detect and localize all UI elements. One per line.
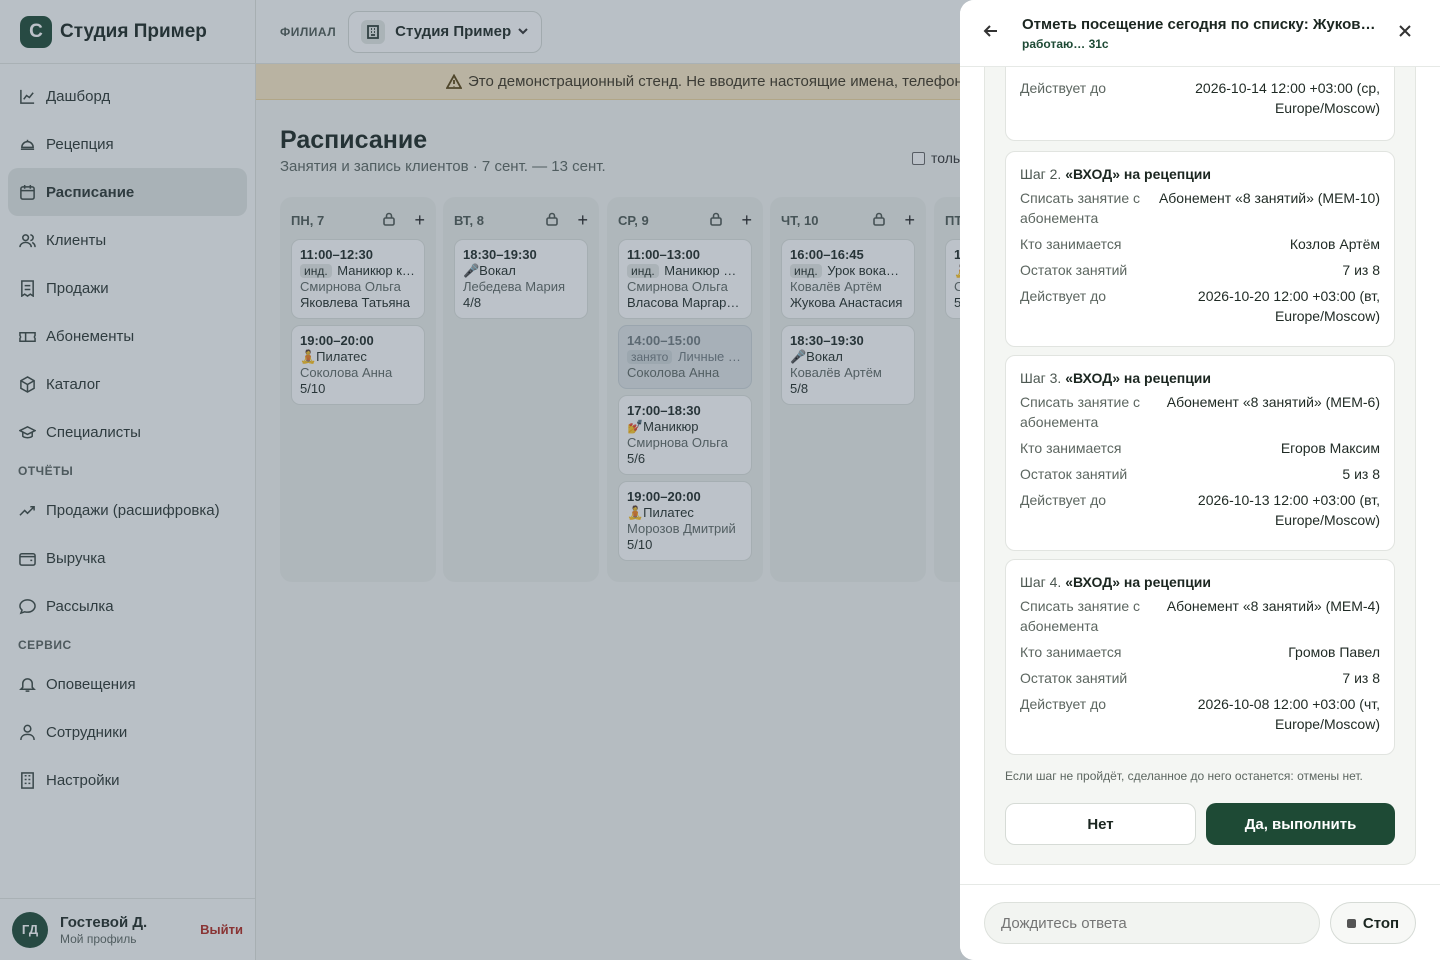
row-value: Козлов Артём bbox=[1289, 236, 1380, 252]
drawer-header: Отметь посещение сегодня по списку: Жуко… bbox=[960, 0, 1440, 67]
row-value: Громов Павел bbox=[1288, 644, 1380, 660]
row-value: 2026-10-13 12:00 +03:00 (вт, Europe/Mosc… bbox=[1197, 492, 1380, 528]
row-value: 7 из 8 bbox=[1342, 670, 1380, 686]
step-row: Кто занимается Егоров Максим bbox=[1020, 438, 1380, 458]
step-name: «ВХОД» на рецепции bbox=[1065, 370, 1212, 386]
row-value: Абонемент «8 занятий» (MEM-10) bbox=[1158, 190, 1380, 206]
step-number: Шаг 2. bbox=[1020, 166, 1062, 182]
row-key: Списать занятие с абонемента bbox=[1020, 598, 1141, 634]
step-row: Кто занимается Громов Павел bbox=[1020, 642, 1380, 662]
row-key: Остаток занятий bbox=[1020, 262, 1128, 278]
stop-label: Стоп bbox=[1362, 914, 1400, 932]
step-name: «ВХОД» на рецепции bbox=[1065, 166, 1212, 182]
cancel-button[interactable]: Нет bbox=[1005, 803, 1196, 845]
row-value: 5 из 8 bbox=[1342, 466, 1380, 482]
step-row: Остаток занятий 7 из 8 bbox=[1020, 260, 1380, 280]
row-key: Действует до bbox=[1020, 696, 1107, 712]
step-row: Списать занятие с абонемента Абонемент «8… bbox=[1020, 392, 1380, 432]
step-number: Шаг 4. bbox=[1020, 574, 1062, 590]
step-card: Шаг 3. «ВХОД» на рецепции Списать заняти… bbox=[1005, 355, 1395, 551]
close-icon[interactable] bbox=[1396, 22, 1418, 44]
row-key: Остаток занятий bbox=[1020, 670, 1128, 686]
step-title: Шаг 2. «ВХОД» на рецепции bbox=[1020, 166, 1380, 182]
step-row: Кто занимается Козлов Артём bbox=[1020, 234, 1380, 254]
rollback-note: Если шаг не пройдёт, сделанное до него о… bbox=[1005, 769, 1363, 783]
row-value: 2026-10-08 12:00 +03:00 (чт, Europe/Mosc… bbox=[1197, 696, 1380, 732]
step-card: Шаг 4. «ВХОД» на рецепции Списать заняти… bbox=[1005, 559, 1395, 755]
step-row: Списать занятие с абонемента Абонемент «8… bbox=[1020, 188, 1380, 228]
row-value: Абонемент «8 занятий» (MEM-6) bbox=[1166, 394, 1380, 410]
step-row: Действует до 2026-10-13 12:00 +03:00 (вт,… bbox=[1020, 490, 1380, 530]
stop-icon bbox=[1346, 918, 1356, 928]
row-key: Списать занятие с абонемента bbox=[1020, 394, 1141, 430]
row-key: Действует до bbox=[1020, 288, 1107, 304]
step-row: Действует до 2026-10-08 12:00 +03:00 (чт,… bbox=[1020, 694, 1380, 734]
drawer-footer: Стоп bbox=[960, 884, 1440, 960]
row-key: Кто занимается bbox=[1020, 440, 1122, 456]
step-row: Остаток занятий 5 из 8 bbox=[1020, 464, 1380, 484]
confirmation-panel: Остаток занятий6 из 8 Действует до2026-1… bbox=[984, 31, 1416, 865]
row-key: Действует до bbox=[1020, 80, 1107, 96]
stop-button[interactable]: Стоп bbox=[1330, 902, 1416, 944]
step-row: Остаток занятий 7 из 8 bbox=[1020, 668, 1380, 688]
step-title: Шаг 4. «ВХОД» на рецепции bbox=[1020, 574, 1380, 590]
row-value: 7 из 8 bbox=[1342, 262, 1380, 278]
step-row: Действует до 2026-10-20 12:00 +03:00 (вт,… bbox=[1020, 286, 1380, 326]
row-key: Списать занятие с абонемента bbox=[1020, 190, 1141, 226]
row-value: Егоров Максим bbox=[1280, 440, 1380, 456]
assistant-drawer: Остаток занятий6 из 8 Действует до2026-1… bbox=[960, 0, 1440, 960]
row-value: 2026-10-14 12:00 +03:00 (ср, Europe/Mosc… bbox=[1195, 80, 1380, 116]
step-name: «ВХОД» на рецепции bbox=[1065, 574, 1212, 590]
back-arrow-icon[interactable] bbox=[982, 22, 1004, 44]
confirm-button[interactable]: Да, выполнить bbox=[1206, 803, 1395, 845]
row-value: Абонемент «8 занятий» (MEM-4) bbox=[1166, 598, 1380, 614]
step-card: Шаг 2. «ВХОД» на рецепции Списать заняти… bbox=[1005, 151, 1395, 347]
step-row: Списать занятие с абонемента Абонемент «8… bbox=[1020, 596, 1380, 636]
drawer-title: Отметь посещение сегодня по списку: Жуко… bbox=[1022, 16, 1376, 33]
row-key: Кто занимается bbox=[1020, 644, 1122, 660]
drawer-status: работаю… 31с bbox=[1022, 37, 1109, 51]
row-value: 2026-10-20 12:00 +03:00 (вт, Europe/Mosc… bbox=[1197, 288, 1380, 324]
row-key: Кто занимается bbox=[1020, 236, 1122, 252]
step-row: Действует до 2026-10-14 12:00 +03:00 (ср,… bbox=[1020, 78, 1380, 118]
app-root: С Студия Пример Дашборд Рецепция Расписа… bbox=[0, 0, 1440, 960]
message-input[interactable] bbox=[984, 902, 1320, 944]
step-number: Шаг 3. bbox=[1020, 370, 1062, 386]
row-key: Действует до bbox=[1020, 492, 1107, 508]
row-key: Остаток занятий bbox=[1020, 466, 1128, 482]
step-title: Шаг 3. «ВХОД» на рецепции bbox=[1020, 370, 1380, 386]
